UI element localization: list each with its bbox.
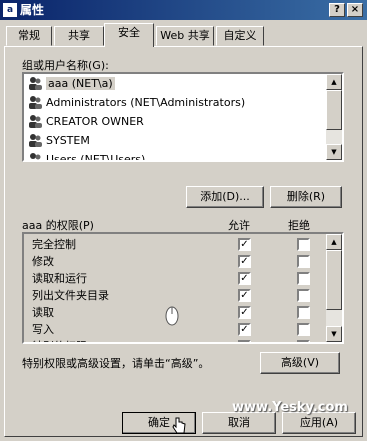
deny-checkbox[interactable] xyxy=(297,238,310,251)
watermark: www.Yesky.com xyxy=(232,400,348,415)
user-row-creator-owner[interactable]: CREATOR OWNER xyxy=(24,112,342,131)
permission-row: 读取和运行 ✓ xyxy=(24,270,324,287)
group-icon xyxy=(28,133,42,147)
permission-name: 修改 xyxy=(32,255,54,268)
users-label: 组或用户名称(G): xyxy=(22,59,109,72)
permission-name: 特别的权限 xyxy=(32,338,87,342)
scroll-thumb[interactable] xyxy=(326,250,342,310)
allow-checkbox[interactable]: ✓ xyxy=(238,272,251,285)
cancel-button[interactable]: 取消 xyxy=(202,412,276,434)
user-name: CREATOR OWNER xyxy=(46,115,144,128)
help-button[interactable]: ? xyxy=(329,3,345,17)
permissions-scrollbar[interactable]: ▲ ▼ xyxy=(326,234,342,342)
user-row-administrators[interactable]: Administrators (NET\Administrators) xyxy=(24,93,342,112)
deny-checkbox[interactable] xyxy=(297,255,310,268)
advanced-hint: 特别权限或高级设置，请单击“高级”。 xyxy=(22,357,210,370)
allow-checkbox[interactable]: ✓ xyxy=(238,289,251,302)
users-listbox[interactable]: aaa (NET\a) Administrators (NET\Administ… xyxy=(22,72,344,162)
permission-row: 特别的权限 xyxy=(24,338,324,342)
permission-row: 修改 ✓ xyxy=(24,253,324,270)
deny-checkbox[interactable] xyxy=(297,289,310,302)
user-name: Users (NET\Users) xyxy=(46,153,146,162)
permissions-list: 完全控制 ✓ 修改 ✓ 读取和运行 ✓ 列出文件夹目录 ✓ 读取 ✓ 写入 ✓ 特别的权限 xyxy=(22,232,344,344)
deny-checkbox[interactable] xyxy=(297,306,310,319)
window-title: 属性 xyxy=(20,3,45,17)
permission-row: 完全控制 ✓ xyxy=(24,236,324,253)
scroll-up-icon[interactable]: ▲ xyxy=(326,234,342,250)
allow-header: 允许 xyxy=(228,219,250,232)
permission-name: 写入 xyxy=(32,323,54,336)
user-name: Administrators (NET\Administrators) xyxy=(46,96,246,109)
permission-name: 读取 xyxy=(32,306,54,319)
title-bar[interactable]: a 属性 ? × xyxy=(0,0,367,20)
permission-name: 完全控制 xyxy=(32,238,76,251)
scroll-down-icon[interactable]: ▼ xyxy=(326,326,342,342)
group-icon xyxy=(28,114,42,128)
scroll-thumb[interactable] xyxy=(326,90,342,130)
allow-checkbox[interactable]: ✓ xyxy=(238,255,251,268)
users-scrollbar[interactable]: ▲ ▼ xyxy=(326,74,342,160)
user-icon xyxy=(28,76,42,90)
allow-checkbox[interactable]: ✓ xyxy=(238,238,251,251)
permission-row: 列出文件夹目录 ✓ xyxy=(24,287,324,304)
permission-name: 列出文件夹目录 xyxy=(32,289,109,302)
window-icon: a xyxy=(3,3,17,17)
add-button[interactable]: 添加(D)... xyxy=(186,186,264,208)
deny-checkbox[interactable] xyxy=(297,323,310,336)
deny-header: 拒绝 xyxy=(288,219,310,232)
group-icon xyxy=(28,95,42,109)
tab-sharing[interactable]: 共享 xyxy=(54,26,104,46)
tab-security[interactable]: 安全 xyxy=(104,23,154,47)
scroll-up-icon[interactable]: ▲ xyxy=(326,74,342,90)
allow-checkbox[interactable] xyxy=(238,340,251,342)
allow-checkbox[interactable]: ✓ xyxy=(238,323,251,336)
tab-web-sharing[interactable]: Web 共享 xyxy=(156,26,214,46)
tab-custom[interactable]: 自定义 xyxy=(216,26,264,46)
mouse-icon xyxy=(164,306,180,329)
user-row-aaa[interactable]: aaa (NET\a) xyxy=(24,74,342,93)
user-name: SYSTEM xyxy=(46,134,90,147)
remove-button[interactable]: 删除(R) xyxy=(270,186,342,208)
close-button[interactable]: × xyxy=(347,3,363,17)
scroll-down-icon[interactable]: ▼ xyxy=(326,144,342,160)
group-icon xyxy=(28,152,42,160)
user-row-system[interactable]: SYSTEM xyxy=(24,131,342,150)
permission-name: 读取和运行 xyxy=(32,272,87,285)
permissions-label: aaa 的权限(P) xyxy=(22,219,94,232)
user-row-users[interactable]: Users (NET\Users) xyxy=(24,150,342,162)
advanced-button[interactable]: 高级(V) xyxy=(260,352,340,374)
hand-cursor-icon xyxy=(172,416,186,437)
user-name: aaa (NET\a) xyxy=(46,77,115,90)
apply-button[interactable]: 应用(A) xyxy=(282,412,356,434)
allow-checkbox[interactable]: ✓ xyxy=(238,306,251,319)
tab-general[interactable]: 常规 xyxy=(6,26,52,46)
deny-checkbox[interactable] xyxy=(297,272,310,285)
deny-checkbox[interactable] xyxy=(297,340,310,342)
